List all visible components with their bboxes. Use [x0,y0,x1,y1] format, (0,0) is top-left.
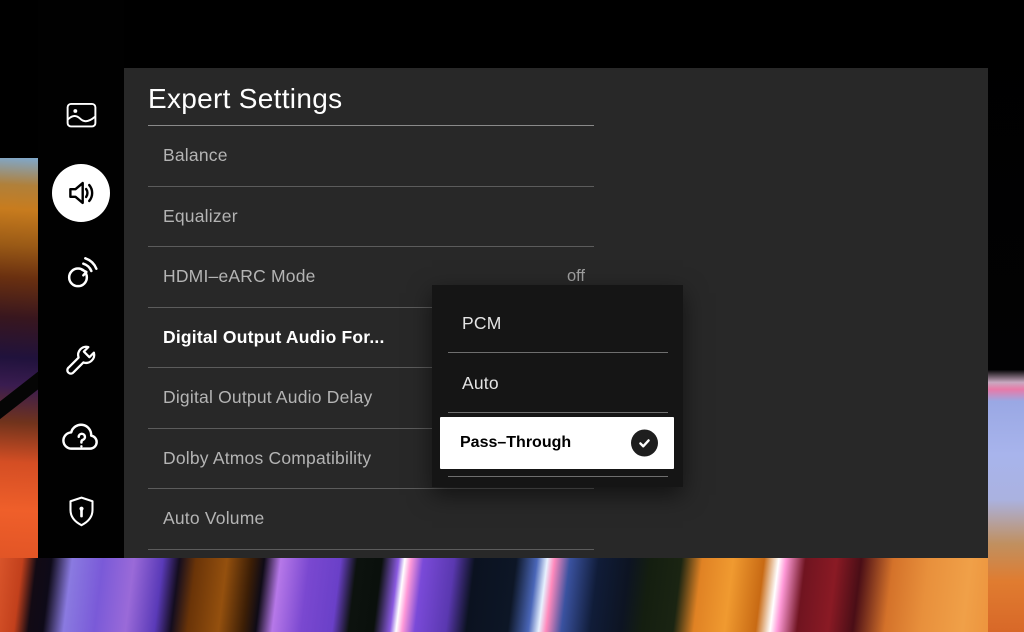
dropdown-option-pcm[interactable]: PCM [432,293,683,353]
tv-settings-screen: Expert Settings Balance Equalizer HDMI–e… [0,0,1024,632]
support-cloud-icon [61,420,101,456]
sidebar-item-sound[interactable] [38,164,124,222]
menu-item-auto-volume[interactable]: Auto Volume [148,489,594,550]
dropdown-option-label: Pass–Through [460,434,571,452]
menu-item-label: Digital Output Audio Delay [163,387,372,408]
menu-item-label: Digital Output Audio For... [163,327,385,348]
dropdown-option-auto[interactable]: Auto [432,353,683,413]
menu-item-equalizer[interactable]: Equalizer [148,187,594,248]
menu-item-label: HDMI–eARC Mode [163,266,316,287]
dropdown-divider [448,476,668,477]
menu-item-value: off [567,267,585,286]
sidebar-item-picture[interactable] [38,98,124,132]
menu-item-balance[interactable]: Balance [148,126,594,187]
security-shield-icon [65,494,98,531]
dropdown-option-label: PCM [462,313,502,334]
picture-icon [66,102,97,129]
wallpaper-bottom [0,558,1024,632]
dropdown-option-label: Auto [462,373,499,394]
sound-icon [64,176,98,210]
sidebar-item-support[interactable] [38,418,124,458]
menu-item-label: Dolby Atmos Compatibility [163,448,371,469]
wallpaper-right [988,0,1024,632]
sidebar-item-broadcasting[interactable] [38,250,124,296]
menu-item-label: Balance [163,145,228,166]
settings-sidebar [38,0,124,558]
page-title: Expert Settings [148,83,342,115]
settings-wrench-icon [63,342,99,378]
sidebar-item-general[interactable] [38,340,124,380]
menu-item-label: Auto Volume [163,508,264,529]
dropdown-option-pass-through[interactable]: Pass–Through [440,417,674,469]
audio-format-dropdown: PCM Auto Pass–Through [432,285,683,487]
menu-item-label: Equalizer [163,206,238,227]
broadcasting-icon [61,253,101,293]
sidebar-item-security[interactable] [38,492,124,532]
check-icon [631,430,658,457]
active-item-circle [52,164,110,222]
wallpaper-left [0,158,38,558]
